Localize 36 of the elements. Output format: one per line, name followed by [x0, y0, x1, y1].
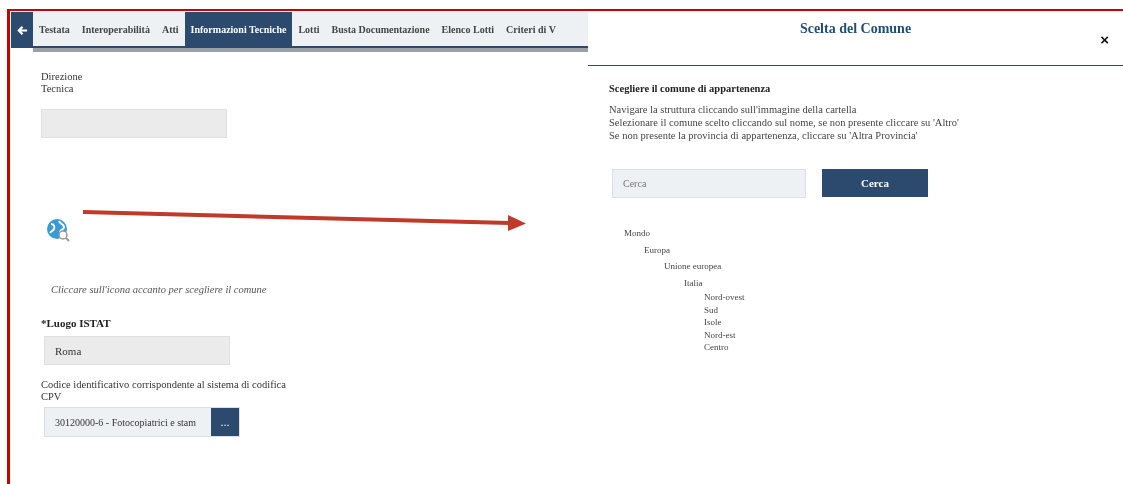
- tab[interactable]: Testata: [33, 12, 76, 46]
- tab[interactable]: Busta Documentazione: [325, 12, 436, 46]
- tree-item[interactable]: Europa: [644, 241, 1123, 258]
- tree-item[interactable]: Italia: [684, 274, 1123, 291]
- tab[interactable]: Interoperabilità: [75, 12, 156, 46]
- field-label: Direzione Tecnica: [41, 71, 84, 95]
- tab[interactable]: Atti: [155, 12, 185, 46]
- input-field[interactable]: Roma: [44, 336, 230, 365]
- close-button[interactable]: ×: [1100, 31, 1109, 48]
- dialog-heading: Scegliere il comune di appartenenza: [609, 83, 772, 94]
- tree-item[interactable]: Unione europea: [664, 258, 1123, 275]
- tab[interactable]: Criteri di V: [500, 12, 562, 46]
- back-button[interactable]: [11, 12, 33, 48]
- back-arrow-icon: [16, 24, 28, 36]
- input-field[interactable]: [41, 109, 227, 138]
- tree-item[interactable]: Centro: [704, 341, 1123, 354]
- hint-text: Cliccare sull'icona accanto per scegliere il comune: [51, 284, 268, 295]
- tab[interactable]: Lotti: [292, 12, 326, 46]
- dialog-title: Scelta del Comune: [799, 21, 912, 38]
- tab[interactable]: Informazioni Tecniche: [184, 12, 293, 46]
- instruction-text: Navigare la struttura cliccando sull'immagine della cartella: [609, 103, 858, 116]
- tree-item[interactable]: Nord-ovest: [704, 291, 1123, 304]
- instruction-text: Se non presente la provincia di appartenenza, cliccare su 'Altra Provincia': [609, 129, 919, 142]
- browse-button[interactable]: ...: [211, 408, 239, 436]
- cpv-field[interactable]: 30120000-6 - Fotocopiatrici e stam ...: [44, 407, 240, 437]
- tree-item[interactable]: Nord-est: [704, 328, 1123, 341]
- tree-item[interactable]: Mondo: [624, 225, 1123, 242]
- search-field[interactable]: Cerca: [612, 169, 806, 198]
- tree-item[interactable]: Sud: [704, 303, 1123, 316]
- instruction-text: Selezionare il comune scelto cliccando sul nome, se non presente cliccare su 'Altro': [609, 116, 960, 129]
- globe-search-icon[interactable]: [46, 218, 70, 242]
- tab[interactable]: Elenco Lotti: [435, 12, 501, 46]
- search-button[interactable]: Cerca: [822, 169, 928, 197]
- tree-item[interactable]: Isole: [704, 316, 1123, 329]
- field-label: Codice identificativo corrispondente al sistema di codifica CPV: [41, 379, 287, 403]
- field-label: *Luogo ISTAT: [41, 317, 112, 329]
